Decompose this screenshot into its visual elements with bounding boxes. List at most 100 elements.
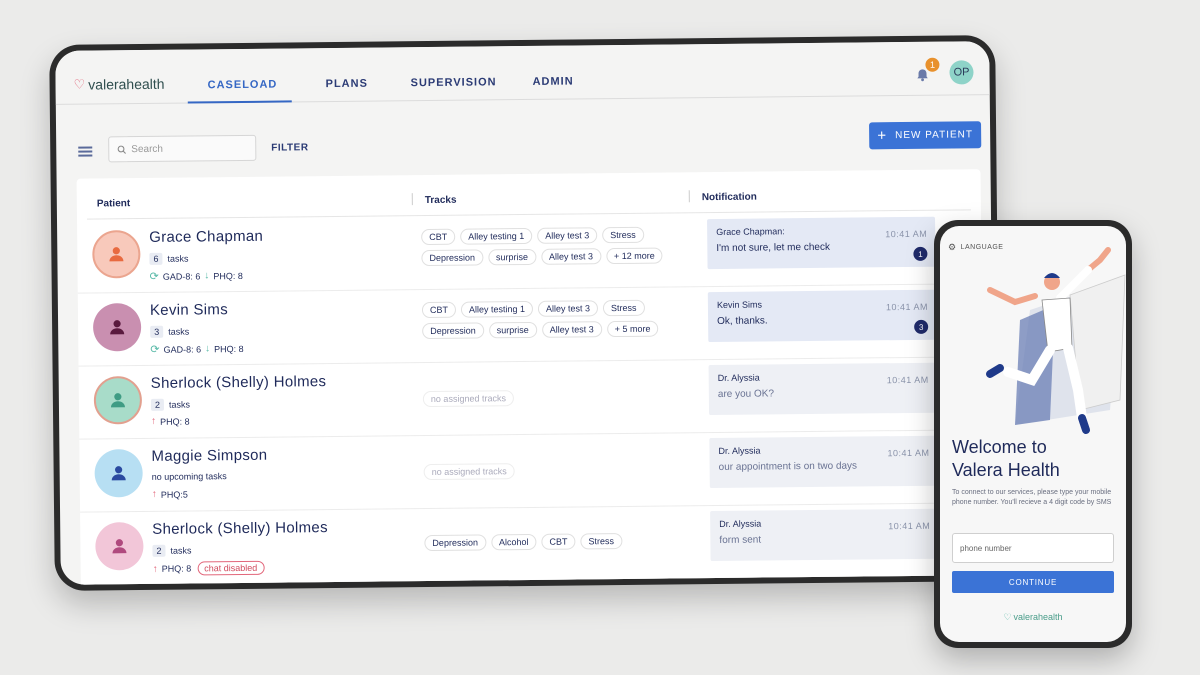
task-label: tasks [170,545,192,556]
track-chip[interactable]: Alley testing 1 [460,300,534,318]
track-chip[interactable]: Depression [424,534,487,552]
sync-icon: ⟳ [150,343,160,356]
track-chip[interactable]: Alley test 3 [541,321,602,338]
track-list: no assigned tracks [422,388,693,408]
patient-name[interactable]: Maggie Simpson [151,447,267,465]
patient-name[interactable]: Kevin Sims [150,301,228,319]
score-gad: GAD-8: 6 [163,343,202,355]
notification-card[interactable]: Dr. Alyssia are you OK? 10:41 AM [708,362,938,416]
track-chip[interactable]: surprise [487,248,537,266]
header-patient[interactable]: Patient [97,198,130,209]
table-row[interactable]: Grace Chapman 6 tasks ⟳ GAD-8: 6 ↓ PHQ: … [77,211,982,294]
tablet-device: ♡ valerahealth CASELOAD PLANS SUPERVISIO… [49,35,1001,591]
table-row[interactable]: Sherlock (Shelly) Holmes 2 tasks ↑ PHQ: … [78,357,984,440]
track-chip[interactable]: Stress [602,299,645,317]
welcome-line: Valera Health [952,460,1060,480]
track-chip[interactable]: CBT [421,228,456,246]
tab-plans[interactable]: PLANS [326,78,368,90]
arrow-down-icon: ↓ [205,343,211,355]
arrow-up-icon: ↑ [151,488,157,500]
track-chip[interactable]: CBT [421,301,457,319]
patient-name[interactable]: Sherlock (Shelly) Holmes [151,373,327,392]
tab-supervision[interactable]: SUPERVISION [411,76,497,89]
score-phq: PHQ: 8 [160,416,190,427]
heart-icon: ♡ [1003,612,1012,622]
patient-name[interactable]: Grace Chapman [149,228,263,246]
track-chip[interactable]: Stress [602,226,644,244]
track-list: no assigned tracks [423,461,694,481]
track-list: CBT Alley testing 1 Alley test 3 Stress … [421,299,692,340]
unread-badge: 1 [913,246,928,261]
caseload-table: Patient Tracks Notification Grace Chapma… [76,169,985,585]
patient-avatar [92,303,142,352]
user-avatar[interactable]: OP [949,60,974,85]
track-chip[interactable]: Depression [421,249,484,267]
phone-number-input[interactable] [952,533,1114,563]
task-count: 6 [149,252,163,265]
more-tracks-chip[interactable]: + 12 more [605,247,663,265]
table-row[interactable]: Sherlock (Shelly) Holmes 2 tasks ↑ PHQ: … [80,503,985,585]
sync-icon: ⟳ [149,270,159,283]
notification-time: 10:41 AM [888,520,931,532]
continue-button[interactable]: CONTINUE [952,571,1114,593]
notification-message: I'm not sure, let me check [716,241,831,254]
notification-time: 10:41 AM [885,228,928,240]
score-summary: ⟳ GAD-8: 6 ↓ PHQ: 8 [150,342,243,356]
new-patient-label: NEW PATIENT [895,129,974,142]
track-chip[interactable]: surprise [488,321,537,339]
score-summary: ↑ PHQ: 8 [151,416,190,427]
brand-logo[interactable]: ♡ valerahealth [74,76,165,93]
patient-avatar [92,230,141,279]
score-summary: ↑ PHQ:5 [152,489,188,500]
track-list: Depression Alcohol CBT Stress [424,532,694,552]
track-chip[interactable]: Alcohol [490,533,537,551]
notification-card[interactable]: Dr. Alyssia form sent 10:41 AM [710,508,939,562]
track-chip[interactable]: Alley test 3 [537,300,599,317]
task-label: tasks [168,326,190,337]
phone-screen: ⚙ LANGUAGE Welcome to Valera Health To c… [940,226,1126,642]
search-input[interactable] [131,142,242,155]
notification-time: 10:41 AM [887,447,930,459]
track-chip[interactable]: Alley test 3 [540,248,602,265]
header-tracks[interactable]: Tracks [425,195,457,206]
task-summary: 3 tasks [150,325,190,338]
notification-card[interactable]: Grace Chapman: I'm not sure, let me chec… [707,216,936,270]
no-tracks-label: no assigned tracks [423,463,515,481]
track-chip[interactable]: Alley testing 1 [460,227,533,245]
track-list: CBT Alley testing 1 Alley test 3 Stress … [421,226,691,267]
phone-device: ⚙ LANGUAGE Welcome to Valera Health To c… [934,220,1132,648]
score-summary: ↑ PHQ: 8 chat disabled [153,560,265,576]
search-box[interactable] [108,134,257,163]
hamburger-menu-icon[interactable] [78,146,93,157]
track-chip[interactable]: Alley test 3 [537,227,598,244]
notification-message: our appointment is on two days [718,460,858,473]
notification-card[interactable]: Kevin Sims Ok, thanks. 10:41 AM 3 [707,289,937,343]
top-navigation: ♡ valerahealth CASELOAD PLANS SUPERVISIO… [55,41,990,105]
task-label: tasks [167,253,189,264]
arrow-up-icon: ↑ [151,415,157,427]
header-divider [688,190,690,203]
table-row[interactable]: Kevin Sims 3 tasks ⟳ GAD-8: 6 ↓ PHQ: 8 C… [77,284,983,367]
score-phq: PHQ:5 [160,489,188,500]
tab-caseload[interactable]: CASELOAD [208,79,278,92]
new-patient-button[interactable]: + NEW PATIENT [869,121,982,150]
notification-sender: Dr. Alyssia [718,445,761,456]
notification-count-badge: 1 [925,57,940,72]
notification-card[interactable]: Dr. Alyssia our appointment is on two da… [709,435,938,489]
track-chip[interactable]: Stress [580,532,623,550]
track-chip[interactable]: Depression [422,322,484,340]
brand-name: valerahealth [88,75,165,93]
task-label: tasks [168,399,191,410]
person-icon [111,466,126,481]
header-notification[interactable]: Notification [702,192,757,204]
tablet-screen: ♡ valerahealth CASELOAD PLANS SUPERVISIO… [55,41,995,585]
track-chip[interactable]: CBT [541,533,576,550]
filter-button[interactable]: FILTER [271,142,308,153]
notification-message: are you OK? [717,388,775,400]
person-icon [109,247,124,262]
table-row[interactable]: Maggie Simpson no upcoming tasks ↑ PHQ:5… [79,430,985,513]
tab-admin[interactable]: ADMIN [533,75,574,87]
patient-name[interactable]: Sherlock (Shelly) Holmes [152,519,328,538]
task-count: 2 [152,544,166,557]
more-tracks-chip[interactable]: + 5 more [606,320,659,338]
